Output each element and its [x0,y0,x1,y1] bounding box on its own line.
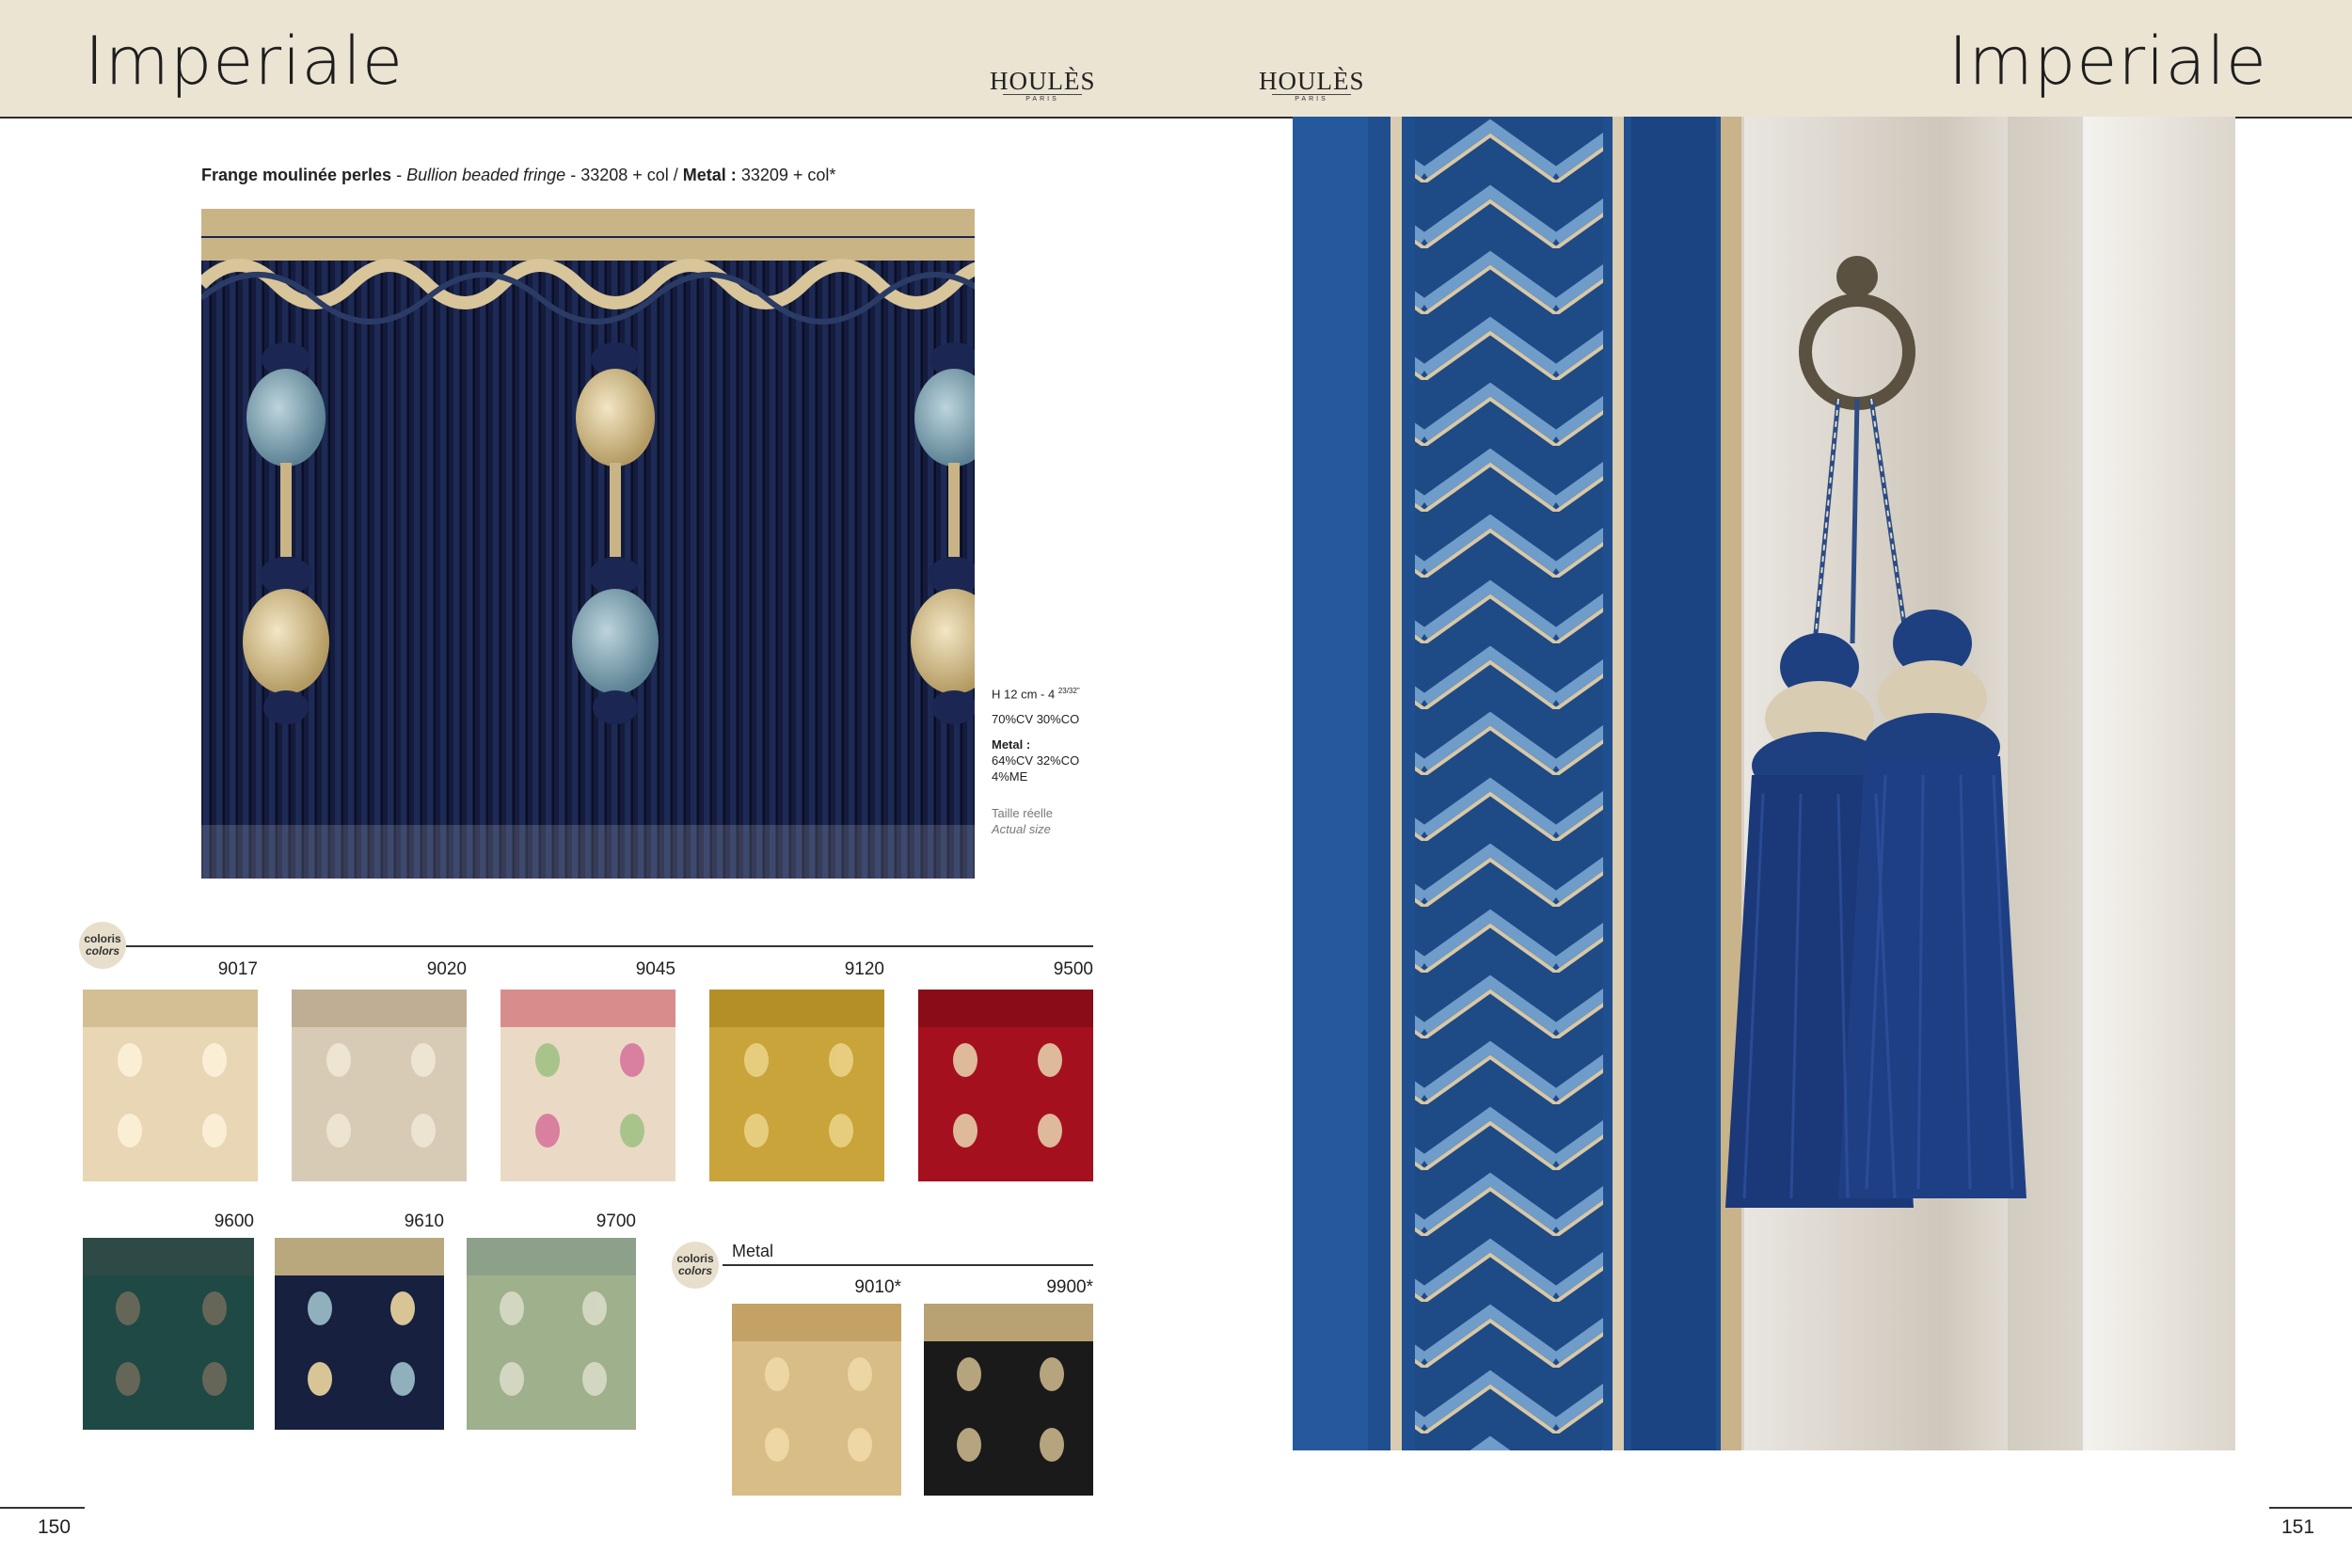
badge-en: colors [85,944,119,958]
spec-size-fr: Taille réelle [992,806,1054,821]
separator: / [668,166,683,184]
swatch-code: 9020 [426,959,467,979]
swatch-code: 9045 [635,959,675,979]
swatch-9017 [83,990,258,1181]
page-title-left: Imperiale [85,23,404,100]
swatch-code: 9600 [214,1212,254,1231]
swatch-9700 [467,1238,636,1430]
brand-name: HOULÈS [1259,67,1365,95]
swatch-9010 [732,1304,901,1496]
brand-logo-left: HOULÈS PARIS [990,68,1095,104]
product-caption: Frange moulinée perles - Bullion beaded … [201,166,835,185]
spec-composition: 70%CV 30%CO [992,712,1080,727]
interior-photo-tieback [1293,117,2235,1450]
footer-rule-right [2269,1507,2352,1509]
metal-ref: 33209 + col* [736,166,836,184]
spec-metal-label: Metal : [992,737,1031,752]
metal-rule [723,1264,1093,1266]
swatch-9120 [709,990,884,1181]
swatch-9600 [83,1238,254,1430]
spec-metal-composition-2: 4%ME [992,769,1028,784]
metal-section-label: Metal [732,1242,774,1260]
badge-en: colors [677,1264,712,1277]
colors-rule [126,945,1093,947]
swatch-9045 [501,990,675,1181]
swatch-9500 [918,990,1093,1181]
product-name-en: Bullion beaded fringe [406,166,566,184]
swatch-9610 [275,1238,444,1430]
metal-label: Metal : [682,166,737,184]
swatch-code: 9017 [217,959,258,979]
swatch-9900 [924,1304,1093,1496]
swatch-code: 9900* [1046,1277,1093,1297]
swatch-code: 9700 [596,1212,636,1231]
product-specs: H 12 cm - 4 23/32" 70%CV 30%CO Metal : 6… [992,683,1104,847]
swatch-code: 9500 [1053,959,1093,979]
swatch-code: 9010* [854,1277,901,1297]
page-number-right: 151 [2281,1516,2315,1538]
spec-metal-composition-1: 64%CV 32%CO [992,753,1080,768]
product-ref: 33208 + col [580,166,669,184]
metal-colors-badge: coloris colors [672,1242,719,1289]
brand-logo-right: HOULÈS PARIS [1259,68,1364,104]
spec-size-en: Actual size [992,822,1051,837]
swatch-9020 [292,990,467,1181]
page-number-left: 150 [38,1516,72,1538]
swatch-code: 9610 [404,1212,444,1231]
spec-height: H 12 cm - 4 [992,687,1056,702]
brand-sub: PARIS [1272,94,1351,104]
brand-name: HOULÈS [990,67,1096,95]
swatch-code: 9120 [844,959,884,979]
fringe-hero-image [201,209,975,879]
spec-height-fraction: 23/32" [1057,687,1080,695]
footer-rule-left [0,1507,85,1509]
brand-sub: PARIS [1003,94,1082,104]
separator: - [391,166,407,184]
product-name-fr: Frange moulinée perles [201,166,392,184]
separator: - [565,166,581,184]
page-title-right: Imperiale [1948,23,2267,100]
